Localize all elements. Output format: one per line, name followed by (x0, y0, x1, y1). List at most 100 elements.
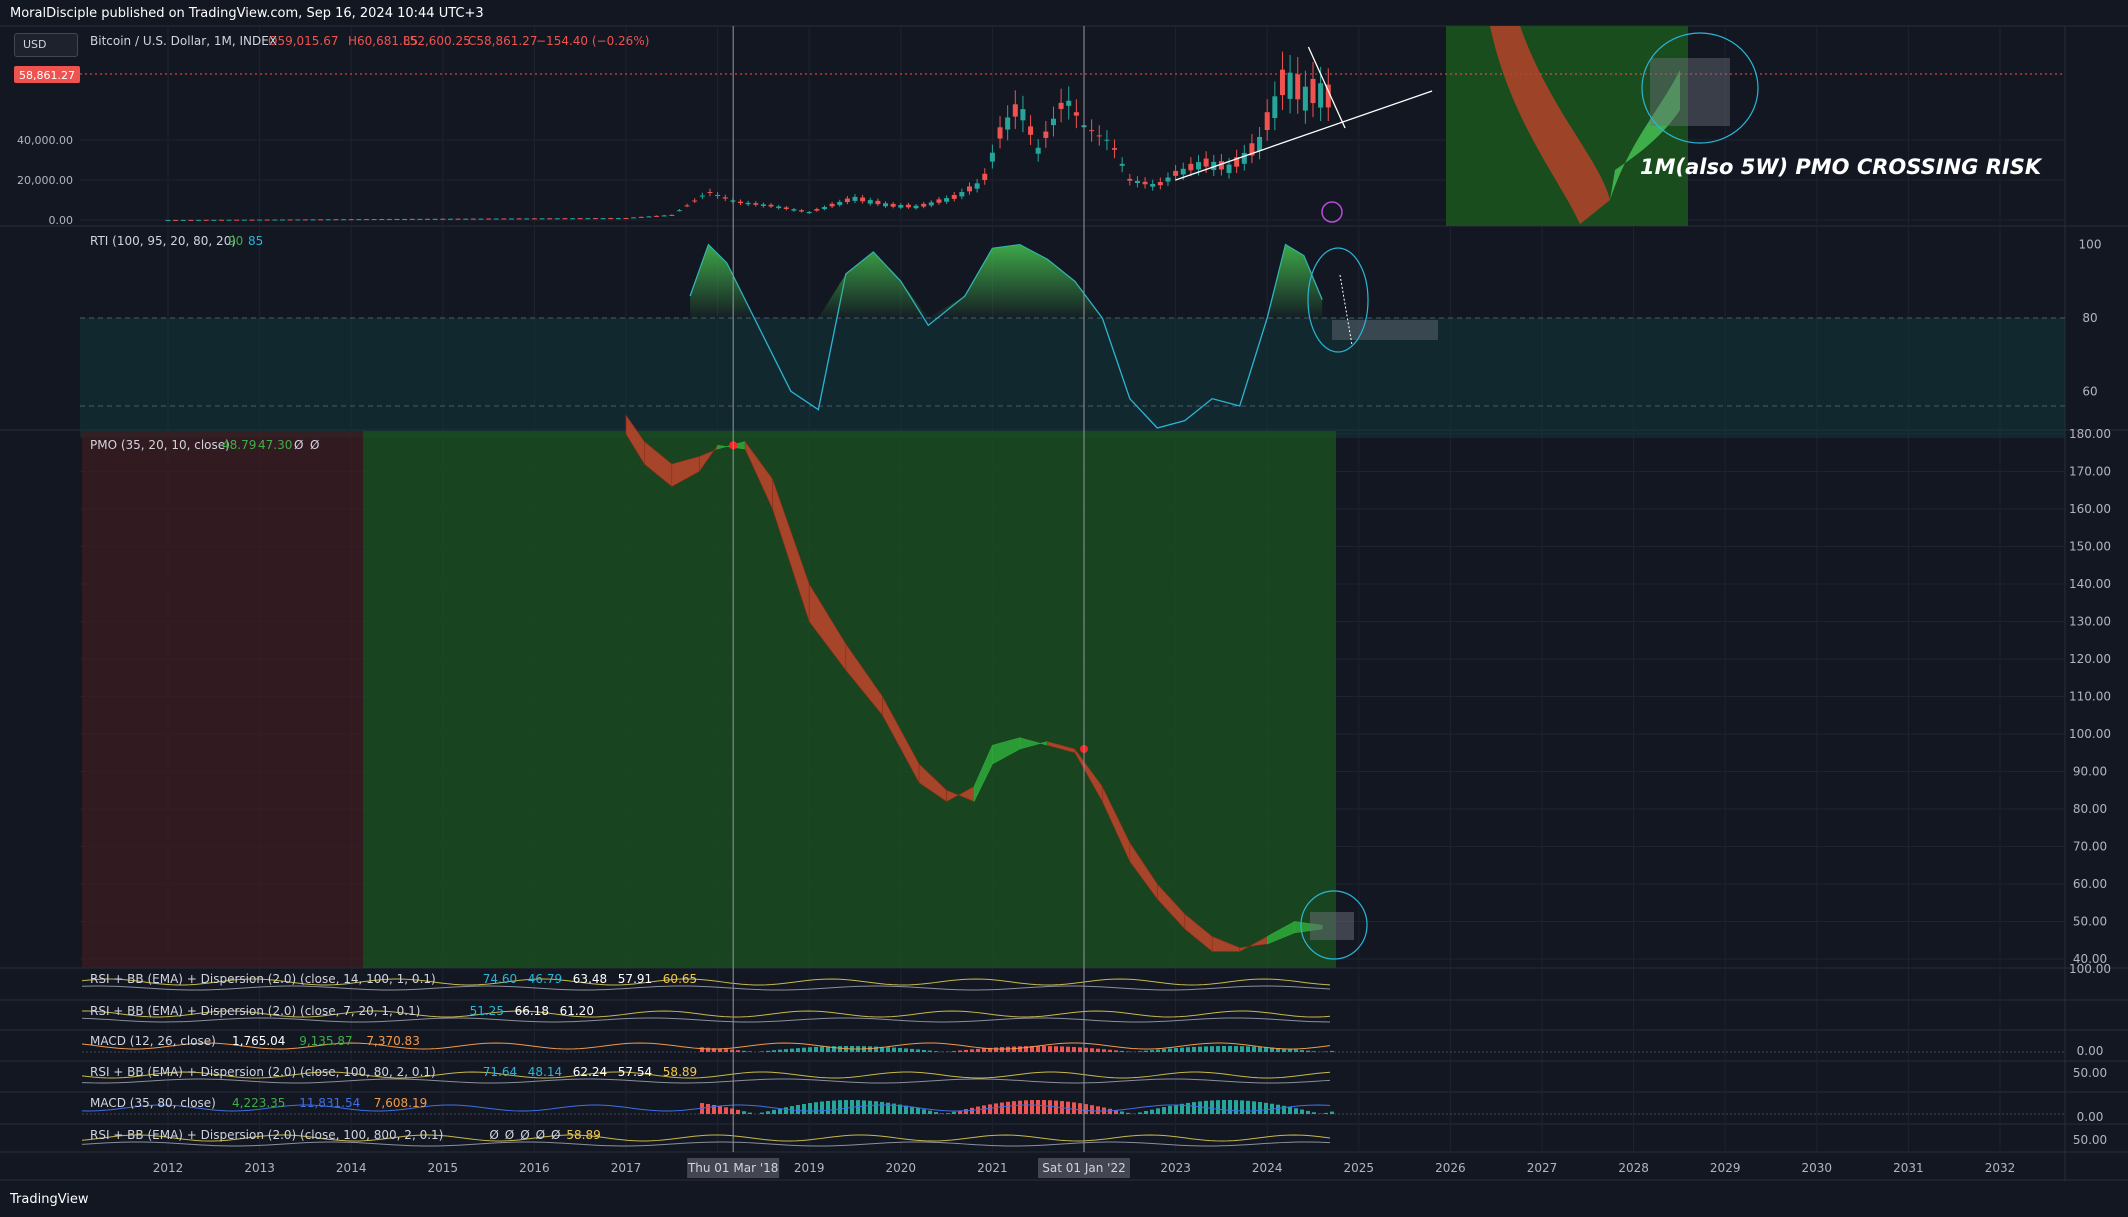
price-y-tick: 40,000.00 (17, 134, 73, 147)
indicator-title: RSI + BB (EMA) + Dispersion (2.0) (close… (90, 1128, 443, 1142)
candle-body (478, 218, 484, 220)
macd-hist-bar (766, 1111, 770, 1114)
candle-body (310, 219, 316, 221)
macd-hist-bar (784, 1107, 788, 1114)
macd-hist-bar (1102, 1049, 1106, 1052)
macd-hist-bar (922, 1109, 926, 1114)
candle-body (417, 218, 423, 220)
x-tick-label: 2012 (153, 1161, 184, 1175)
macd-hist-bar (1090, 1105, 1094, 1114)
inset-highlight-box (1650, 58, 1730, 126)
macd-hist-bar (934, 1112, 938, 1114)
macd-hist-bar (1156, 1108, 1160, 1114)
macd-hist-bar (808, 1103, 812, 1114)
candle-body (623, 218, 629, 220)
macd-hist-bar (994, 1047, 998, 1052)
rsi-band-line (81, 1141, 1331, 1147)
published-header: MoralDisciple published on TradingView.c… (10, 6, 484, 21)
macd-hist-bar (1258, 1046, 1262, 1052)
macd-hist-bar (1108, 1049, 1112, 1052)
indicator-value: 58.89 (663, 1065, 697, 1079)
pmo-y-tick: 150.00 (2069, 540, 2111, 554)
macd-hist-bar (964, 1109, 968, 1114)
candle-body (631, 217, 637, 219)
macd-hist-bar (760, 1112, 764, 1114)
candle-body (257, 219, 263, 221)
indicator-value: 58.89 (566, 1128, 600, 1142)
candle-body (1295, 74, 1301, 100)
candle-body (524, 218, 530, 220)
candle-body (1127, 178, 1133, 181)
x-tick-label: 2025 (1344, 1161, 1375, 1175)
macd-hist-bar (790, 1048, 794, 1052)
chart-canvas[interactable]: 58,861.27 201220132014201520162017201820… (0, 0, 2128, 1217)
macd-hist-bar (1222, 1046, 1226, 1052)
pmo-y-tick: 140.00 (2069, 577, 2111, 591)
candle-body (1188, 163, 1194, 171)
indicator-value: Ø (505, 1128, 514, 1142)
macd-hist-bar (1228, 1046, 1232, 1052)
candle-body (715, 194, 721, 197)
macd-hist-bar (892, 1047, 896, 1052)
candle-body (1005, 117, 1011, 130)
candle-body (974, 183, 980, 189)
candle-body (1134, 180, 1140, 184)
candle-body (226, 219, 232, 221)
macd-hist-bar (1294, 1108, 1298, 1114)
indicator-value: 7,370.83 (366, 1034, 419, 1048)
macd-hist-bar (874, 1101, 878, 1114)
macd-hist-bar (1174, 1104, 1178, 1114)
ohlc-value: C58,861.27 (468, 34, 537, 48)
candle-body (768, 204, 774, 207)
candle-body (547, 218, 553, 220)
pmo-y-tick: 120.00 (2069, 652, 2111, 666)
rti-value-1: 90 (228, 234, 243, 248)
candle-body (1226, 164, 1232, 173)
macd-hist-bar (1252, 1046, 1256, 1052)
candle-body (249, 219, 255, 221)
macd-hist-bar (1048, 1100, 1052, 1114)
candle-body (753, 203, 759, 205)
macd-hist-bar (988, 1104, 992, 1114)
macd-hist-bar (1192, 1102, 1196, 1114)
macd-hist-bar (706, 1047, 710, 1052)
candle-body (440, 218, 446, 220)
price-pane[interactable]: 58,861.27 (14, 26, 2065, 224)
ohlc-value: L52,600.25 (403, 34, 471, 48)
macd-hist-bar (1096, 1106, 1100, 1114)
tradingview-logo: TradingView (10, 1192, 89, 1207)
macd-hist-bar (952, 1051, 956, 1052)
candle-body (394, 218, 400, 220)
candle-body (844, 198, 850, 203)
rti-y-tick: 100 (2079, 238, 2102, 252)
macd-hist-bar (880, 1101, 884, 1114)
rti-value-2: 85 (248, 234, 263, 248)
macd-hist-bar (1060, 1046, 1064, 1052)
candle-body (852, 196, 858, 201)
candle-body (959, 192, 965, 197)
x-tick-label: 2027 (1527, 1161, 1558, 1175)
candle-body (600, 218, 606, 220)
macd-hist-bar (1084, 1047, 1088, 1052)
macd-hist-bar (982, 1105, 986, 1114)
candle-body (211, 219, 217, 221)
x-tick-label: 2014 (336, 1161, 367, 1175)
macd-hist-bar (1300, 1050, 1304, 1052)
candle-body (1142, 181, 1148, 185)
indicator-value: Ø (520, 1128, 529, 1142)
macd-hist-bar (928, 1050, 932, 1052)
indicator-value: 4,223.35 (232, 1096, 285, 1110)
candle-body (1112, 148, 1118, 150)
indicator-value: 57.54 (618, 1065, 652, 1079)
pmo-y-tick: 50.00 (2073, 915, 2107, 929)
macd-hist-bar (952, 1111, 956, 1114)
candle-body (562, 218, 568, 220)
macd-hist-bar (772, 1109, 776, 1114)
candle-body (516, 218, 522, 220)
macd-hist-bar (1054, 1046, 1058, 1052)
ohlc-value: O59,015.67 (268, 34, 339, 48)
macd-hist-bar (868, 1046, 872, 1052)
currency-button[interactable]: USD (14, 33, 78, 57)
rti-title: RTI (100, 95, 20, 80, 20) (90, 234, 236, 248)
macd-hist-bar (1210, 1046, 1214, 1052)
